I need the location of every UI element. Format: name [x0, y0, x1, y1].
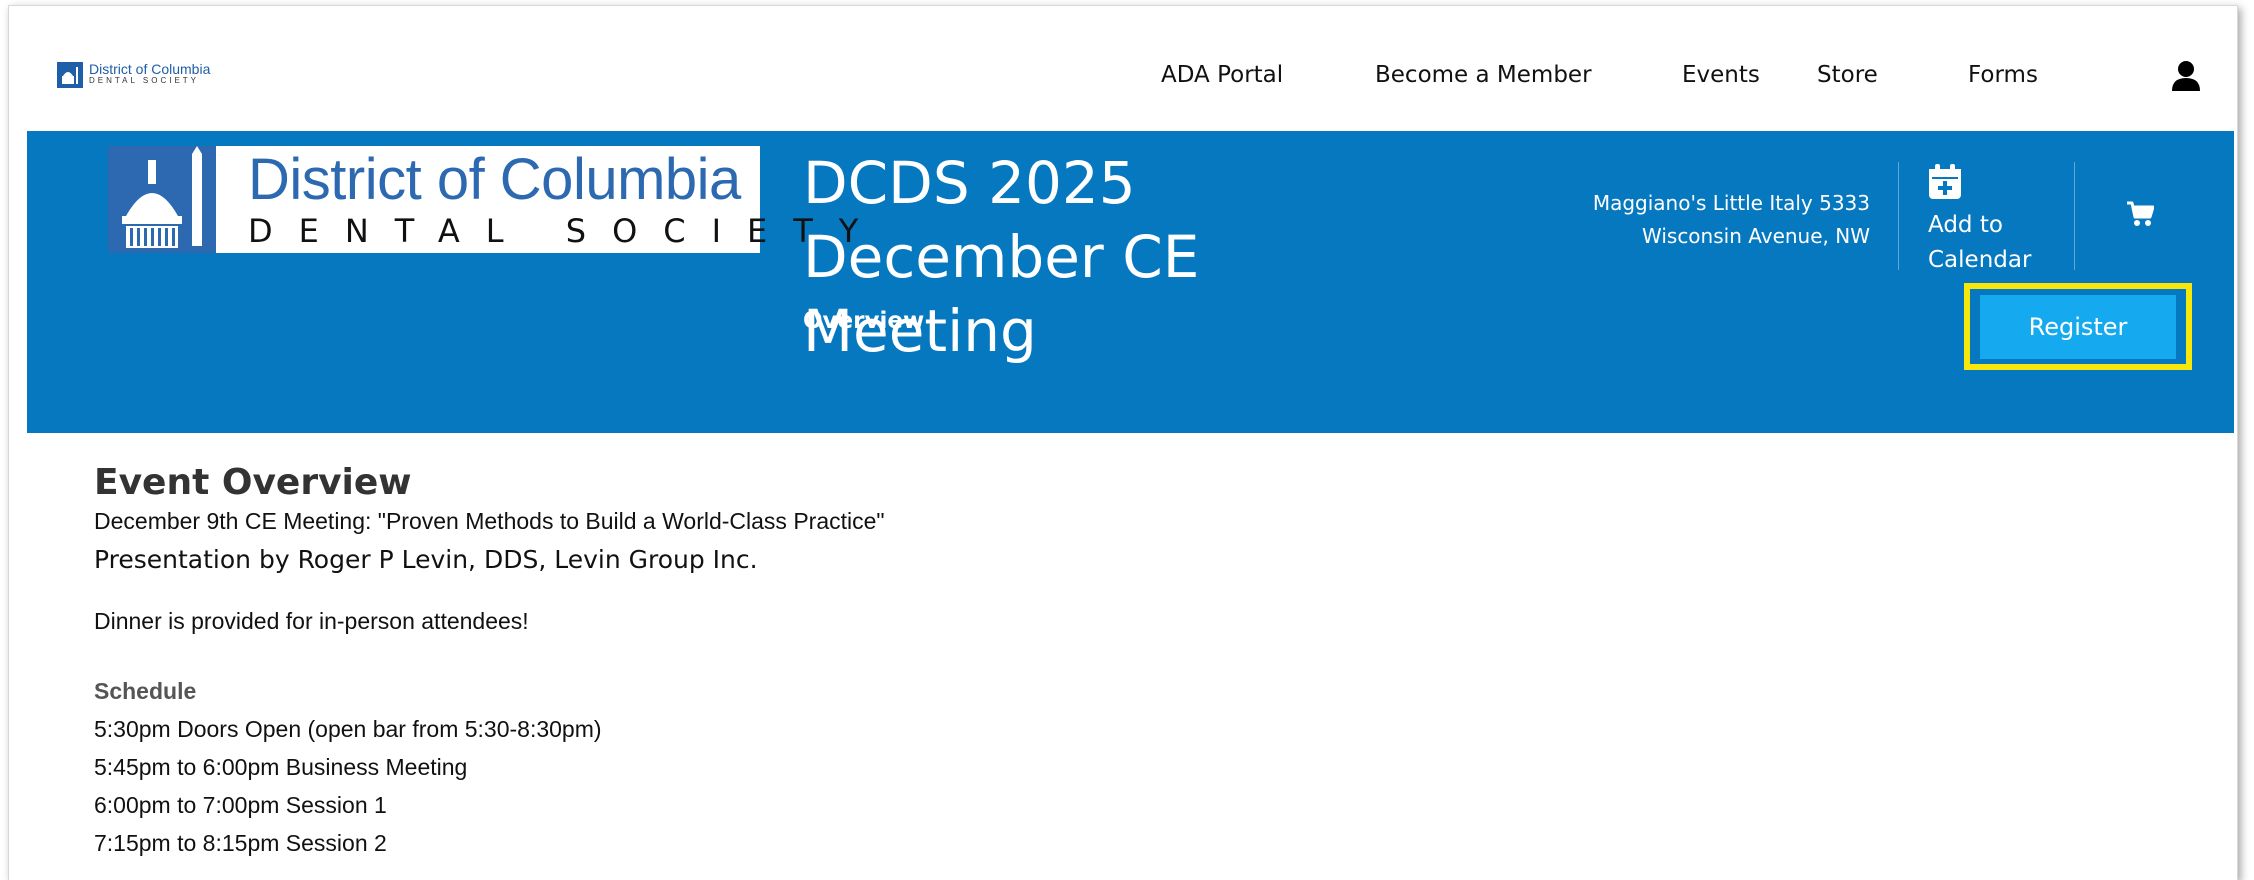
calendar-plus-icon: [1929, 164, 1961, 199]
site-logo[interactable]: District of Columbia DENTAL SOCIETY: [57, 62, 210, 88]
nav-ada-portal[interactable]: ADA Portal: [1161, 62, 1283, 88]
banner-logo-sub: DENTAL SOCIETY: [248, 212, 885, 250]
location-line-1: Maggiano's Little Italy 5333: [1592, 191, 1870, 215]
banner-logo-name: District of Columbia: [248, 147, 741, 212]
banner-divider: [2074, 162, 2075, 270]
nav-become-member[interactable]: Become a Member: [1375, 62, 1592, 88]
schedule-heading: Schedule: [94, 678, 197, 704]
event-title: DCDS 2025 December CE Meeting: [803, 149, 1200, 365]
capitol-logo-icon: [57, 62, 83, 88]
schedule-item: 7:15pm to 8:15pm Session 2: [94, 830, 387, 856]
presenter-line: Presentation by Roger P Levin, DDS, Levi…: [94, 545, 758, 574]
location-line-2: Wisconsin Avenue, NW: [1642, 224, 1870, 248]
add-to-calendar-button[interactable]: Add to Calendar: [1928, 164, 2048, 278]
event-subtitle: December 9th CE Meeting: "Proven Methods…: [94, 508, 885, 534]
site-logo-name: District of Columbia: [89, 61, 211, 77]
user-icon[interactable]: [2171, 60, 2201, 92]
schedule-item: 5:45pm to 6:00pm Business Meeting: [94, 754, 468, 780]
schedule-item: 5:30pm Doors Open (open bar from 5:30-8:…: [94, 716, 602, 742]
add-to-calendar-label: Add to Calendar: [1928, 212, 2032, 273]
schedule-item: 6:00pm to 7:00pm Session 1: [94, 792, 387, 818]
event-location: Maggiano's Little Italy 5333 Wisconsin A…: [1530, 187, 1870, 253]
dinner-note: Dinner is provided for in-person attende…: [94, 608, 529, 634]
banner-logo[interactable]: District of Columbia DENTAL SOCIETY: [108, 146, 858, 253]
register-button[interactable]: Register: [1980, 295, 2176, 359]
tab-overview[interactable]: Overview: [803, 308, 924, 334]
nav-events[interactable]: Events: [1682, 62, 1760, 88]
nav-store[interactable]: Store: [1817, 62, 1878, 88]
cart-icon[interactable]: [2126, 201, 2155, 231]
event-overview-section: Event Overview December 9th CE Meeting: …: [94, 460, 1594, 862]
capitol-logo-icon: [108, 146, 216, 253]
nav-forms[interactable]: Forms: [1968, 62, 2038, 88]
banner-divider: [1898, 162, 1899, 270]
site-logo-sub: DENTAL SOCIETY: [89, 76, 200, 85]
section-heading: Event Overview: [94, 462, 412, 503]
